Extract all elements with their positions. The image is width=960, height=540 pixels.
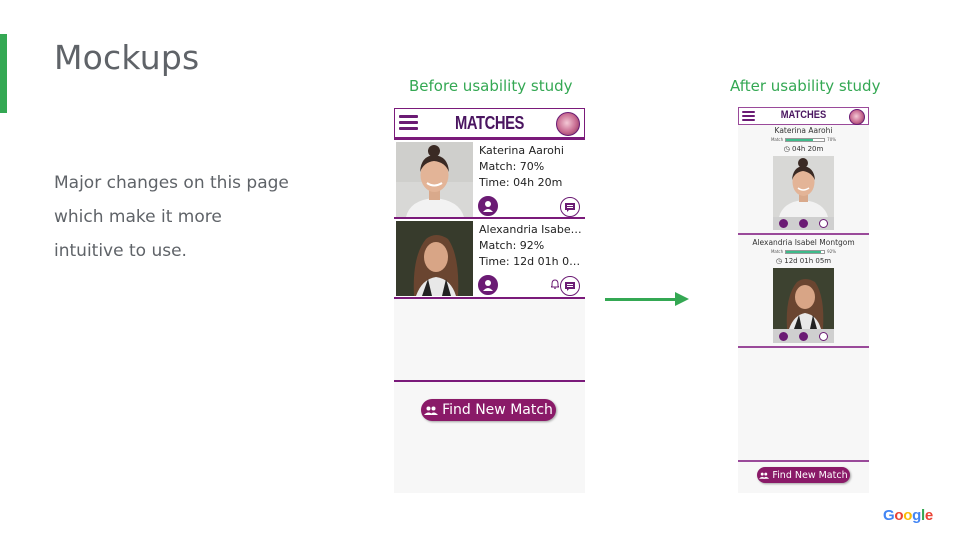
match-percent: Match: 92% [479, 239, 545, 252]
match-label: Match [770, 137, 784, 142]
app-header: MATCHES [394, 108, 585, 138]
profile-photo [396, 142, 473, 217]
google-logo: Google [883, 507, 933, 524]
user-icon[interactable] [778, 331, 788, 341]
time-value: 12d 01h 05m [784, 257, 832, 265]
body-line: which make it more [54, 207, 222, 227]
before-mockup: MATCHES Katerina Aarohi Match: 70% Time:… [394, 108, 585, 493]
progress-fill [786, 138, 813, 141]
body-line: Major changes on this page [54, 173, 289, 193]
match-percent: 92% [827, 249, 837, 254]
app-header: MATCHES [738, 107, 869, 125]
time-value: 04h 20m [792, 145, 824, 153]
user-icon[interactable] [778, 219, 788, 228]
slide-body: Major changes on this page which make it… [54, 166, 314, 268]
info-icon[interactable] [798, 219, 808, 228]
divider [738, 460, 869, 462]
match-time: ◷ 04h 20m [738, 145, 869, 153]
match-progress-bar [785, 137, 826, 142]
find-new-match-button[interactable]: Find New Match [421, 399, 556, 421]
header-title: MATCHES [454, 113, 525, 133]
arrow-right-icon [605, 298, 677, 301]
slide-title: Mockups [54, 38, 200, 77]
after-mockup: MATCHES Katerina Aarohi Match 70% ◷ 04h … [738, 107, 869, 493]
match-time: Time: 04h 20m [479, 176, 563, 189]
match-progress: Match 70% [738, 137, 869, 142]
divider [738, 346, 869, 348]
divider [394, 297, 585, 299]
find-button-label: Find New Match [772, 469, 848, 481]
info-icon[interactable] [798, 331, 808, 341]
match-name: Katerina Aarohi [774, 126, 833, 135]
profile-photo [773, 268, 834, 329]
accent-bar [0, 34, 7, 113]
chat-icon[interactable] [819, 331, 829, 341]
user-icon[interactable] [478, 196, 498, 216]
divider [394, 380, 585, 382]
match-time: Time: 12d 01h 05m [479, 255, 583, 268]
profile-photo [773, 156, 834, 217]
match-name: Alexandria Isabel Montgom [752, 238, 855, 247]
match-progress: Match 92% [738, 249, 869, 254]
match-time: ◷ 12d 01h 05m [738, 257, 869, 265]
match-info: Alexandria Isabel... Match: 92% Time: 12… [479, 222, 583, 270]
card-actions [773, 217, 834, 230]
find-button-label: Find New Match [442, 402, 553, 418]
chat-icon[interactable] [819, 219, 829, 228]
divider [738, 233, 869, 235]
caption-after: After usability study [730, 77, 881, 95]
match-card[interactable]: Katerina Aarohi Match: 70% Time: 04h 20m [394, 140, 585, 218]
body-line: intuitive to use. [54, 241, 187, 261]
match-name: Katerina Aarohi [479, 144, 564, 157]
header-title: MATCHES [780, 109, 827, 121]
progress-fill [786, 250, 822, 253]
profile-avatar-icon[interactable] [556, 112, 580, 136]
clock-icon: ◷ [775, 257, 782, 265]
find-new-match-button[interactable]: Find New Match [757, 467, 850, 483]
match-name: Alexandria Isabel... [479, 223, 583, 236]
user-icon[interactable] [478, 275, 498, 295]
clock-icon: ◷ [783, 145, 790, 153]
match-label: Match [770, 249, 784, 254]
bell-icon[interactable] [549, 279, 561, 292]
chat-icon[interactable] [560, 197, 580, 217]
match-card[interactable]: Alexandria Isabel... Match: 92% Time: 12… [394, 219, 585, 297]
match-progress-bar [785, 249, 826, 254]
profile-photo [396, 221, 473, 296]
group-icon [759, 472, 770, 479]
caption-before: Before usability study [409, 77, 573, 95]
match-percent: 70% [827, 137, 837, 142]
match-info: Katerina Aarohi Match: 70% Time: 04h 20m [479, 143, 583, 191]
card-actions [773, 329, 834, 343]
match-percent: Match: 70% [479, 160, 545, 173]
arrow-head [675, 292, 689, 306]
chat-icon[interactable] [560, 276, 580, 296]
profile-avatar-icon[interactable] [849, 109, 865, 125]
group-icon [424, 406, 439, 415]
